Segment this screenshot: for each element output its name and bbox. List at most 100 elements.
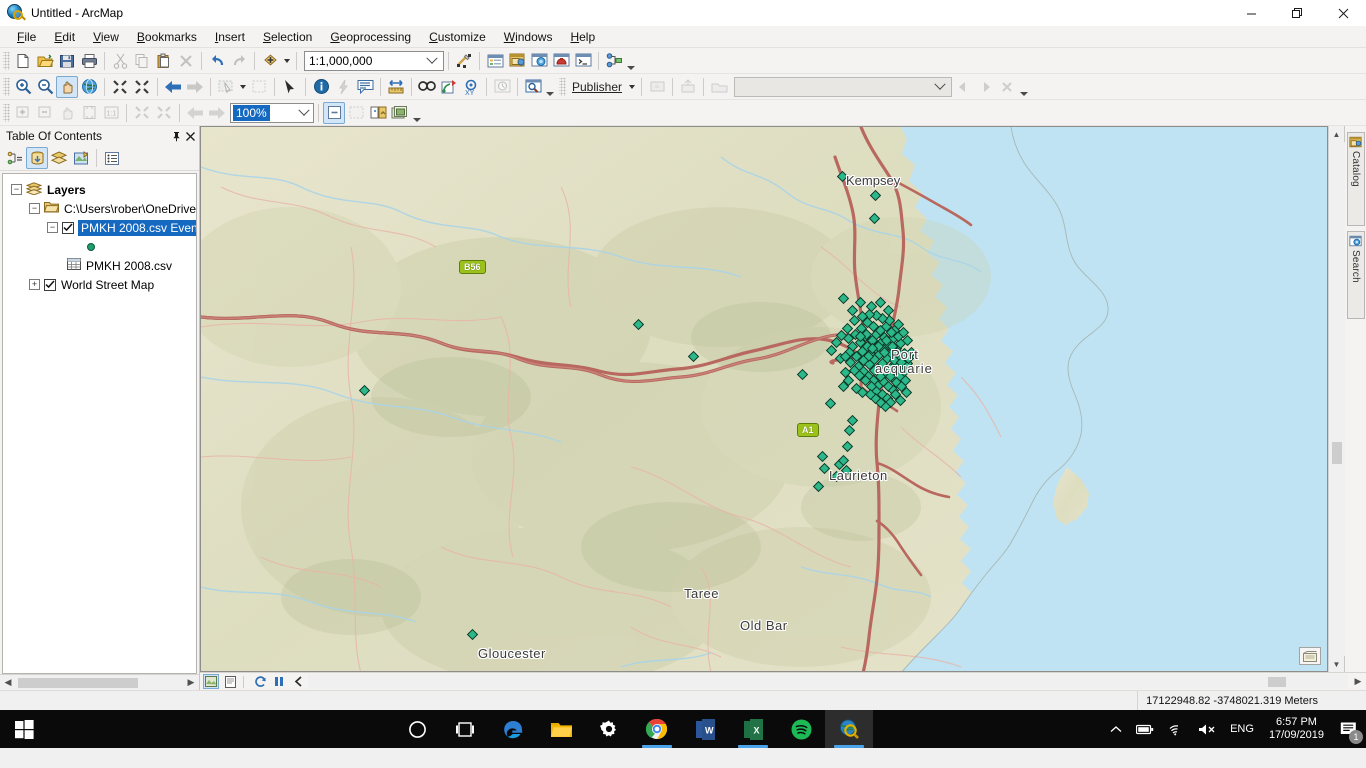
list-by-source-icon[interactable] bbox=[26, 147, 48, 169]
wifi-icon[interactable] bbox=[1161, 710, 1191, 748]
python-window-icon[interactable] bbox=[572, 50, 594, 72]
tools-toolbar-overflow[interactable] bbox=[544, 76, 556, 98]
event-points-layer[interactable] bbox=[201, 127, 1328, 672]
focus-data-frame-icon[interactable] bbox=[345, 102, 367, 124]
select-elements-icon[interactable] bbox=[279, 76, 301, 98]
zoom-whole-page-icon[interactable] bbox=[78, 102, 100, 124]
toc-scroll-left-arrow[interactable]: ◀ bbox=[0, 675, 16, 690]
arcmap-icon[interactable] bbox=[825, 710, 873, 748]
html-popup-icon[interactable] bbox=[354, 76, 376, 98]
toc-node-folder[interactable]: − C:\Users\rober\OneDrive' bbox=[9, 199, 196, 218]
fixed-zoom-out-icon[interactable] bbox=[131, 76, 153, 98]
expander-event-layer[interactable]: − bbox=[47, 222, 58, 233]
battery-icon[interactable] bbox=[1129, 710, 1161, 748]
pan-icon[interactable] bbox=[56, 75, 78, 98]
publisher-toolbar-overflow[interactable] bbox=[1018, 76, 1030, 98]
expander-basemap[interactable]: + bbox=[29, 279, 40, 290]
file-explorer-icon[interactable] bbox=[537, 710, 585, 748]
paste-icon[interactable] bbox=[153, 50, 175, 72]
go-forward-extent-icon[interactable] bbox=[184, 76, 206, 98]
catalog-tab[interactable]: Catalog bbox=[1346, 132, 1365, 226]
clock[interactable]: 6:57 PM 17/09/2019 bbox=[1261, 710, 1332, 748]
select-features-dropdown-arrow[interactable] bbox=[237, 76, 248, 98]
scale-dropdown-arrow[interactable] bbox=[423, 57, 441, 65]
layout-pan-icon[interactable] bbox=[56, 102, 78, 124]
google-chrome-icon[interactable] bbox=[633, 710, 681, 748]
map-scale-input[interactable] bbox=[305, 53, 423, 68]
close-button[interactable] bbox=[1320, 0, 1366, 26]
search-tab[interactable]: Search bbox=[1346, 231, 1365, 319]
toc-node-layers[interactable]: − Layers bbox=[9, 180, 196, 199]
menu-insert[interactable]: Insert bbox=[206, 28, 254, 46]
map-scale-combo[interactable] bbox=[304, 50, 444, 71]
minimize-button[interactable] bbox=[1228, 0, 1274, 26]
layout-zoom-in-icon[interactable] bbox=[12, 102, 34, 124]
catalog-icon[interactable] bbox=[506, 50, 528, 72]
spotify-icon[interactable] bbox=[777, 710, 825, 748]
toc-scroll-thumb[interactable] bbox=[18, 678, 138, 688]
cut-icon[interactable] bbox=[109, 50, 131, 72]
toc-node-event-layer[interactable]: − PMKH 2008.csv Event bbox=[9, 218, 196, 237]
menu-selection[interactable]: Selection bbox=[254, 28, 321, 46]
clear-selection-icon[interactable] bbox=[248, 76, 270, 98]
next-published-icon[interactable] bbox=[974, 76, 996, 98]
go-forward-extent-icon[interactable] bbox=[206, 102, 228, 124]
publisher-settings-icon[interactable] bbox=[677, 76, 699, 98]
map-scroll-thumb[interactable] bbox=[1331, 442, 1342, 464]
visibility-checkbox-basemap[interactable] bbox=[44, 278, 56, 291]
publish-map-icon[interactable] bbox=[646, 76, 668, 98]
table-of-contents-icon[interactable] bbox=[484, 50, 506, 72]
publisher-combo[interactable] bbox=[734, 76, 953, 97]
map-vertical-scrollbar[interactable]: ▲ ▼ bbox=[1328, 126, 1345, 672]
list-by-visibility-icon[interactable] bbox=[48, 147, 70, 169]
menu-file[interactable]: File bbox=[8, 28, 45, 46]
map-scroll-down-arrow[interactable]: ▼ bbox=[1329, 656, 1345, 672]
copy-icon[interactable] bbox=[131, 50, 153, 72]
zoom-out-icon[interactable] bbox=[34, 76, 56, 98]
list-by-selection-icon[interactable] bbox=[70, 147, 92, 169]
arctoolbox-icon[interactable] bbox=[550, 50, 572, 72]
options-icon[interactable] bbox=[101, 147, 123, 169]
find-route-icon[interactable] bbox=[438, 76, 460, 98]
list-by-drawing-order-icon[interactable] bbox=[4, 147, 26, 169]
change-layout-icon[interactable] bbox=[367, 102, 389, 124]
open-published-map-icon[interactable] bbox=[708, 76, 730, 98]
toc-node-symbol[interactable] bbox=[9, 237, 196, 256]
fixed-zoom-in-icon[interactable] bbox=[131, 102, 153, 124]
toc-node-table[interactable]: PMKH 2008.csv bbox=[9, 256, 196, 275]
layout-toolbar-overflow[interactable] bbox=[411, 102, 423, 124]
toolbar-grip[interactable] bbox=[3, 77, 10, 96]
menu-geoprocessing[interactable]: Geoprocessing bbox=[321, 28, 420, 46]
undo-icon[interactable] bbox=[206, 50, 228, 72]
go-to-xy-icon[interactable]: XY bbox=[460, 76, 482, 98]
save-icon[interactable] bbox=[56, 50, 78, 72]
add-data-icon[interactable] bbox=[259, 50, 281, 72]
microsoft-edge-icon[interactable] bbox=[489, 710, 537, 748]
toc-scroll-right-arrow[interactable]: ▶ bbox=[183, 675, 199, 690]
editor-toolbar-icon[interactable] bbox=[453, 50, 475, 72]
settings-gear-icon[interactable] bbox=[585, 710, 633, 748]
search-icon[interactable] bbox=[528, 50, 550, 72]
language-indicator[interactable]: ENG bbox=[1223, 710, 1261, 748]
zoom-100-icon[interactable]: 1:1 bbox=[100, 102, 122, 124]
point-symbol-swatch[interactable] bbox=[87, 242, 95, 251]
maximize-button[interactable] bbox=[1274, 0, 1320, 26]
refresh-icon[interactable] bbox=[252, 674, 268, 689]
toolbar-grip[interactable] bbox=[3, 51, 10, 70]
identify-icon[interactable] bbox=[310, 76, 332, 98]
menu-customize[interactable]: Customize bbox=[420, 28, 495, 46]
standard-toolbar-overflow[interactable] bbox=[625, 50, 637, 72]
publisher-combo-input[interactable] bbox=[735, 79, 932, 94]
map-horizontal-scroll-thumb[interactable] bbox=[1268, 677, 1286, 687]
go-back-extent-icon[interactable] bbox=[184, 102, 206, 124]
volume-muted-icon[interactable] bbox=[1191, 710, 1223, 748]
previous-extent-icon[interactable] bbox=[290, 674, 306, 689]
data-driven-pages-icon[interactable] bbox=[389, 102, 411, 124]
find-icon[interactable] bbox=[416, 76, 438, 98]
toc-node-basemap[interactable]: + World Street Map bbox=[9, 275, 196, 294]
pause-drawing-icon[interactable] bbox=[271, 674, 287, 689]
publisher-combo-arrow[interactable] bbox=[931, 83, 949, 91]
map-view[interactable]: Kempsey Port acquarie Laurieton Taree Ol… bbox=[200, 126, 1328, 672]
microsoft-word-icon[interactable]: W bbox=[681, 710, 729, 748]
publisher-menu[interactable]: Publisher bbox=[568, 80, 626, 94]
